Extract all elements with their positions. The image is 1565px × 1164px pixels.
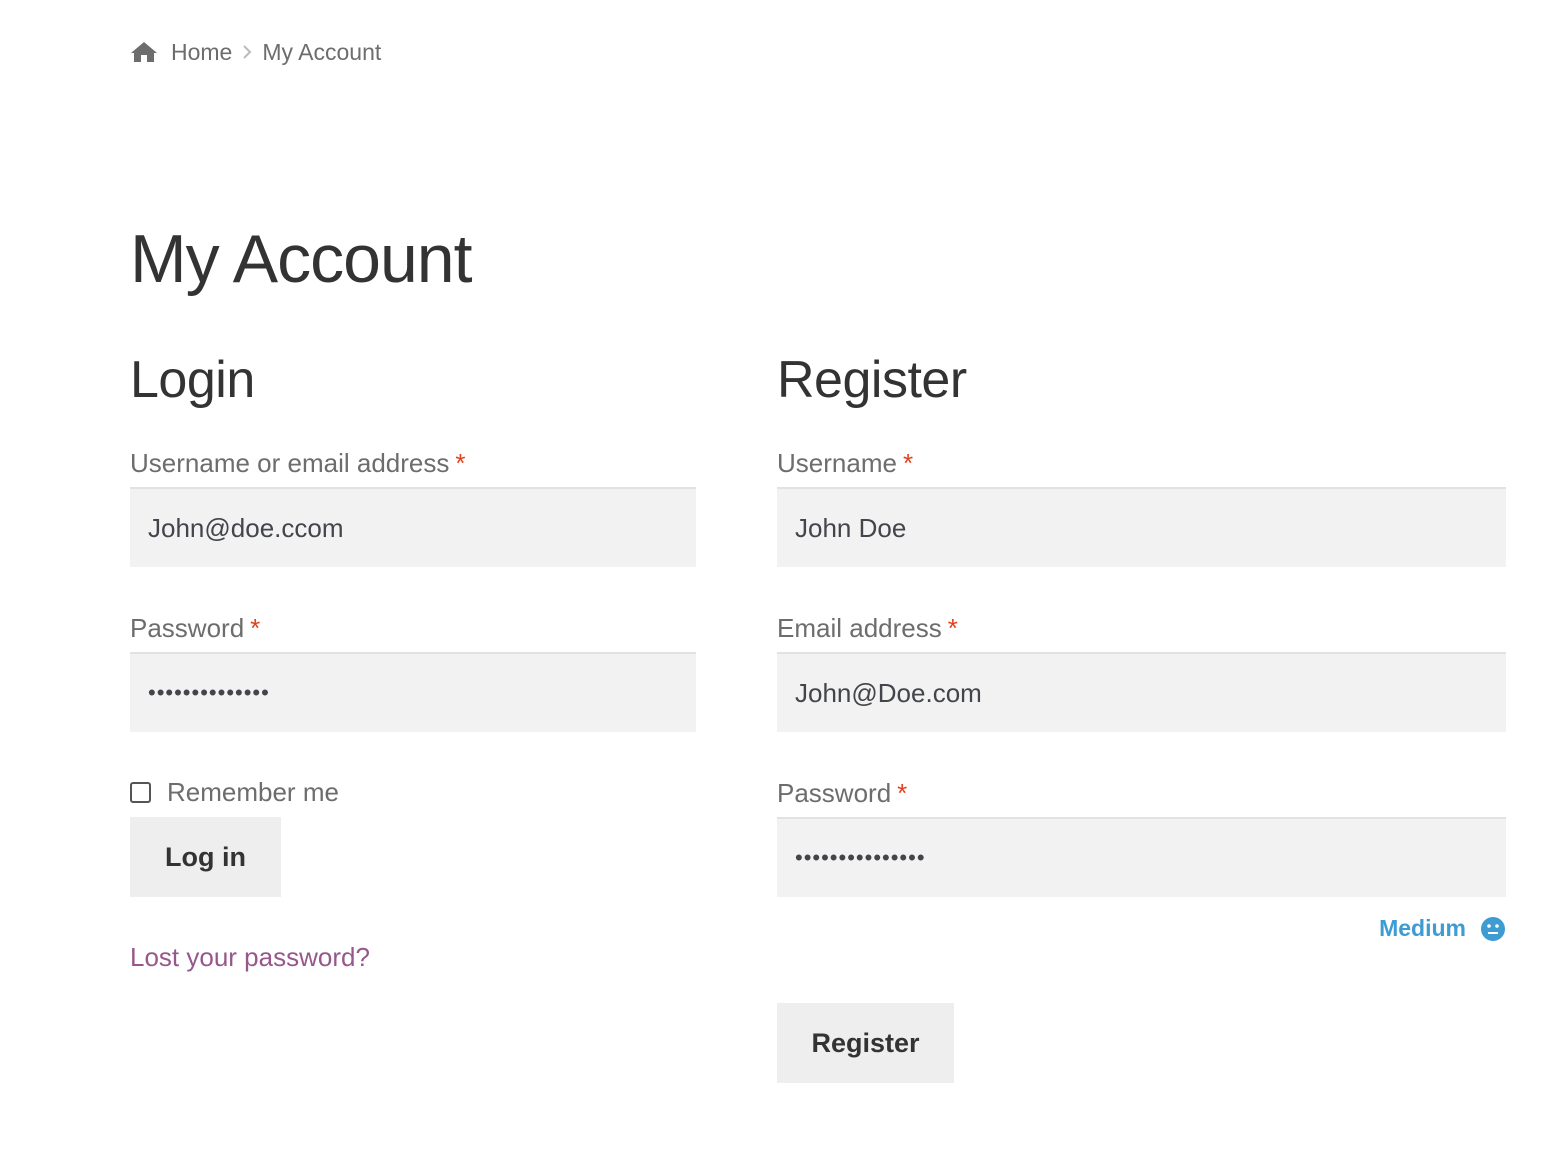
register-password-field: Password * •••••••••••••••: [777, 775, 1506, 897]
login-password-label: Password *: [130, 610, 696, 646]
chevron-right-icon: [243, 45, 252, 59]
login-username-input[interactable]: John@doe.ccom: [130, 487, 696, 567]
required-marker: *: [250, 613, 261, 643]
neutral-face-icon: [1481, 916, 1505, 941]
remember-me-checkbox[interactable]: [130, 782, 151, 803]
required-marker: *: [947, 613, 958, 643]
password-strength: Medium: [1379, 915, 1506, 942]
breadcrumb: Home My Account: [130, 36, 381, 68]
register-username-field: Username * John Doe: [777, 445, 1506, 567]
register-password-input[interactable]: •••••••••••••••: [777, 817, 1506, 897]
login-username-label: Username or email address *: [130, 445, 696, 481]
register-section: Register Username * John Doe Email addres…: [777, 345, 1506, 1083]
login-username-field: Username or email address * John@doe.ccom: [130, 445, 696, 567]
remember-me-label: Remember me: [167, 777, 339, 807]
login-password-field: Password * ••••••••••••••: [130, 610, 696, 732]
breadcrumb-current: My Account: [262, 38, 382, 65]
required-marker: *: [902, 448, 914, 478]
register-email-label: Email address *: [777, 610, 1506, 646]
register-email-field: Email address * John@Doe.com: [777, 610, 1506, 732]
register-password-label-text: Password: [777, 778, 892, 808]
register-username-label-text: Username: [777, 448, 897, 478]
login-section: Login Username or email address * John@do…: [130, 345, 696, 972]
register-email-label-text: Email address: [777, 613, 942, 643]
login-password-label-text: Password: [130, 613, 245, 643]
lost-password-link[interactable]: Lost your password?: [130, 942, 370, 973]
register-username-input[interactable]: John Doe: [777, 487, 1506, 567]
breadcrumb-home-link[interactable]: Home: [171, 39, 232, 66]
page-title: My Account: [130, 221, 472, 297]
home-icon[interactable]: [130, 40, 158, 64]
register-username-label: Username *: [777, 445, 1506, 481]
login-username-label-text: Username or email address: [130, 448, 450, 478]
register-heading: Register: [777, 351, 967, 409]
required-marker: *: [455, 448, 466, 478]
required-marker: *: [897, 778, 908, 808]
remember-me[interactable]: Remember me: [130, 777, 339, 808]
login-password-input[interactable]: ••••••••••••••: [130, 652, 696, 732]
register-password-label: Password *: [777, 775, 1506, 811]
register-email-input[interactable]: John@Doe.com: [777, 652, 1506, 732]
login-heading: Login: [130, 351, 255, 409]
password-strength-label: Medium: [1379, 915, 1466, 941]
login-button[interactable]: Log in: [130, 817, 281, 897]
register-button[interactable]: Register: [777, 1003, 954, 1083]
